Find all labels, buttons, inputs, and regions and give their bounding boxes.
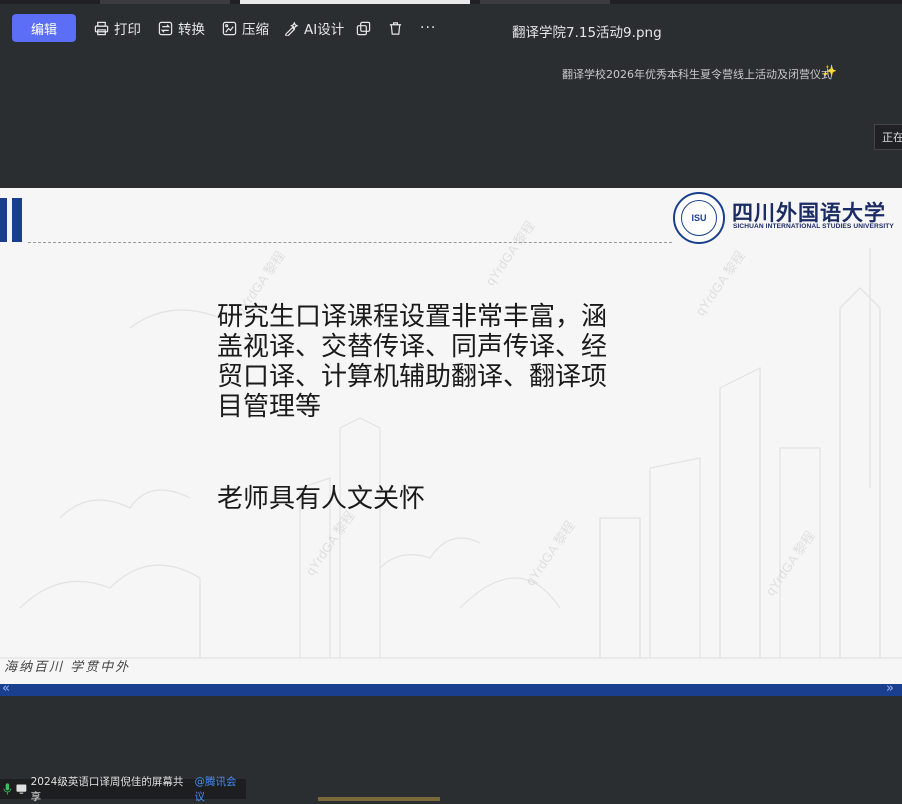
more-button[interactable]: ··· (420, 14, 436, 42)
delete-button[interactable] (388, 14, 403, 42)
sketch-background (0, 248, 902, 659)
slide-accent-bars (0, 198, 22, 242)
magic-wand-icon[interactable]: ✨ (822, 64, 837, 78)
convert-button[interactable]: 转换 (158, 14, 205, 42)
edit-button[interactable]: 编辑 (12, 14, 76, 42)
screen-share-indicator[interactable]: 2024级英语口译周倪佳的屏幕共享 @腾讯会议 (0, 776, 246, 803)
microphone-icon (3, 783, 12, 795)
convert-label: 转换 (178, 22, 205, 38)
print-button[interactable]: 打印 (94, 14, 141, 42)
emblem-mark: ISU (681, 200, 717, 236)
slide-nav-strip: « » (0, 681, 902, 697)
convert-icon (158, 21, 173, 35)
print-label: 打印 (114, 22, 141, 38)
university-emblem: ISU (673, 192, 725, 244)
slide-image: qYrdGA 黎程 qYrdGA 黎程 qYrdGA 黎程 qYrdGA 黎程 … (0, 188, 902, 684)
prev-arrow-icon[interactable]: « (2, 681, 10, 697)
printer-icon (94, 21, 109, 35)
file-title: 翻译学院7.15活动9.png (512, 25, 662, 41)
status-tag: 正在 (874, 124, 902, 150)
body-line: 贸口译、计算机辅助翻译、翻译项 (217, 362, 608, 392)
compress-label: 压缩 (242, 22, 269, 38)
copy-button[interactable] (356, 14, 371, 42)
more-icon: ··· (420, 20, 437, 36)
compress-button[interactable]: 压缩 (222, 14, 269, 42)
screen-share-icon (16, 784, 27, 794)
slide-body-text-2: 老师具有人文关怀 (217, 484, 426, 514)
taskbar-sliver (318, 797, 440, 801)
next-arrow-icon[interactable]: » (886, 681, 894, 697)
share-text: 2024级英语口译周倪佳的屏幕共享 (30, 776, 184, 803)
slide-body-text: 研究生口译课程设置非常丰富，涵 盖视译、交替传译、同声传译、经 贸口译、计算机辅… (217, 302, 677, 422)
meeting-brand: @腾讯会议 (194, 776, 237, 803)
trash-icon (389, 21, 402, 35)
header-divider (28, 242, 672, 243)
university-motto: 海纳百川 学贯中外 (4, 660, 131, 675)
meeting-subtitle: 翻译学校2026年优秀本科生夏令营线上活动及闭营仪式 (562, 68, 832, 81)
body-line: 盖视译、交替传译、同声传译、经 (217, 332, 608, 362)
body-line: 目管理等 (217, 392, 322, 422)
ai-design-button[interactable]: AI设计 (284, 14, 344, 42)
ai-design-label: AI设计 (304, 22, 345, 38)
body-line: 研究生口译课程设置非常丰富，涵 (217, 302, 608, 332)
university-name-en: SICHUAN INTERNATIONAL STUDIES UNIVERSITY (733, 223, 894, 230)
copy-icon (356, 21, 371, 35)
subtitle-bar: 翻译学校2026年优秀本科生夏令营线上活动及闭营仪式 ✨ (0, 52, 902, 86)
compress-icon (222, 21, 237, 35)
viewer-toolbar: 编辑 打印 转换 压缩 AI设计 ··· 翻译学院7.15活动9.png (0, 4, 902, 52)
ai-brush-icon (285, 21, 299, 36)
